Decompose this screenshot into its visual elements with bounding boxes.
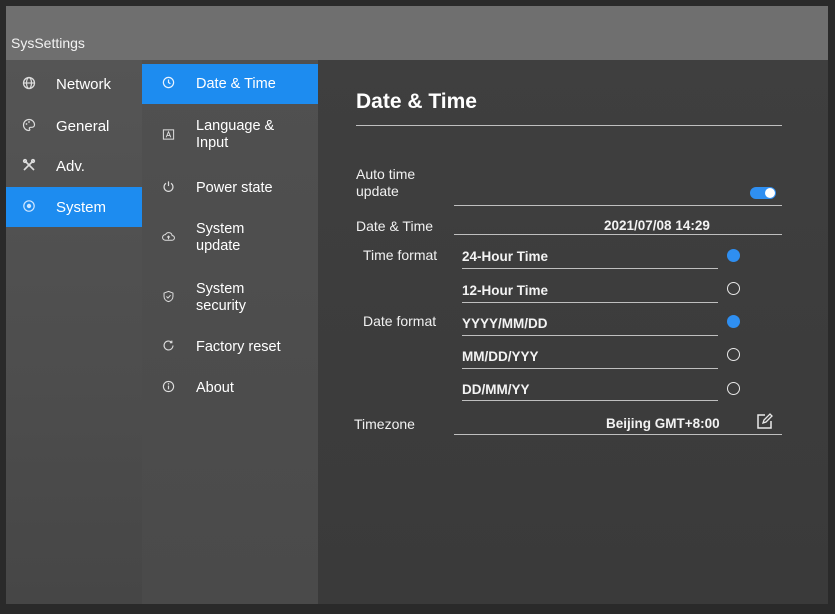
date-format-divider-3 <box>462 400 718 401</box>
date-format-radio-mdy[interactable] <box>727 348 740 361</box>
submenu-item-label: Language & Input <box>196 118 275 151</box>
date-format-option-ymd[interactable]: YYYY/MM/DD <box>462 316 548 331</box>
date-format-label: Date format <box>363 313 437 329</box>
sidebar-item-label: Network <box>56 75 112 93</box>
submenu-item-about[interactable]: About <box>142 380 318 397</box>
system-icon <box>20 199 38 216</box>
time-format-divider-1 <box>462 268 718 269</box>
time-format-label: Time format <box>363 247 438 263</box>
time-format-option-24h[interactable]: 24-Hour Time <box>462 249 548 264</box>
page-title: Date & Time <box>356 90 477 113</box>
auto-time-update-toggle[interactable] <box>750 187 776 199</box>
date-format-divider-1 <box>462 335 718 336</box>
sidebar-item-system[interactable]: System <box>6 187 142 227</box>
cloud-upload-icon <box>160 230 176 246</box>
submenu-item-label: About <box>196 380 234 396</box>
date-format-option-mdy[interactable]: MM/DD/YYY <box>462 349 539 364</box>
time-format-radio-12h[interactable] <box>727 282 740 295</box>
submenu-item-power[interactable]: Power state <box>142 180 318 197</box>
settings-window: SysSettings Network General Adv. System <box>6 6 828 604</box>
sidebar-item-label: System <box>56 198 107 216</box>
submenu-item-label: Date & Time <box>196 75 276 92</box>
timezone-divider <box>454 434 782 435</box>
date-time-divider <box>454 234 782 235</box>
content-pane: Date & Time Auto time update Date & Time… <box>318 60 828 604</box>
sidebar-item-network[interactable]: Network <box>6 64 142 104</box>
submenu-item-factory-reset[interactable]: Factory reset <box>142 339 318 356</box>
title-divider <box>356 125 782 126</box>
submenu-item-label: Power state <box>196 180 273 196</box>
submenu-item-label: Factory reset <box>196 339 281 355</box>
shield-icon <box>160 290 176 306</box>
globe-icon <box>20 76 38 93</box>
auto-time-update-label: Auto time update <box>356 166 416 199</box>
tools-icon <box>20 158 38 175</box>
edit-icon[interactable] <box>756 413 773 435</box>
date-format-divider-2 <box>462 368 718 369</box>
submenu-item-label: System update <box>196 221 245 254</box>
submenu-item-date-time[interactable]: Date & Time <box>142 64 318 104</box>
reset-icon <box>160 339 176 355</box>
sidebar-item-label: General <box>56 117 110 135</box>
time-format-option-12h[interactable]: 12-Hour Time <box>462 283 548 298</box>
app-title: SysSettings <box>11 35 85 51</box>
date-time-label: Date & Time <box>356 218 434 234</box>
sidebar-item-label: Adv. <box>56 157 85 175</box>
time-format-radio-24h[interactable] <box>727 249 740 262</box>
info-icon <box>160 380 176 396</box>
submenu-item-label: System security <box>196 281 246 314</box>
sidebar-item-general[interactable]: General <box>6 106 142 146</box>
power-icon <box>160 180 176 196</box>
sidebar: Network General Adv. System <box>6 60 142 604</box>
submenu: Date & Time Language & Input Power state… <box>142 60 318 604</box>
submenu-item-language[interactable]: Language & Input <box>142 118 318 152</box>
submenu-item-system-update[interactable]: System update <box>142 221 318 255</box>
timezone-value[interactable]: Beijing GMT+8:00 <box>606 416 720 431</box>
toggle-knob <box>765 188 775 198</box>
date-format-radio-dmy[interactable] <box>727 382 740 395</box>
date-format-radio-ymd[interactable] <box>727 315 740 328</box>
date-format-option-dmy[interactable]: DD/MM/YY <box>462 382 530 397</box>
clock-icon <box>160 76 176 92</box>
submenu-item-system-security[interactable]: System security <box>142 281 318 315</box>
title-bar: SysSettings <box>6 6 828 60</box>
time-format-divider-2 <box>462 302 718 303</box>
palette-icon <box>20 118 38 135</box>
auto-time-divider <box>454 205 782 206</box>
timezone-label: Timezone <box>354 416 415 432</box>
date-time-value[interactable]: 2021/07/08 14:29 <box>604 218 710 233</box>
sidebar-item-adv[interactable]: Adv. <box>6 146 142 186</box>
language-icon <box>160 128 176 144</box>
